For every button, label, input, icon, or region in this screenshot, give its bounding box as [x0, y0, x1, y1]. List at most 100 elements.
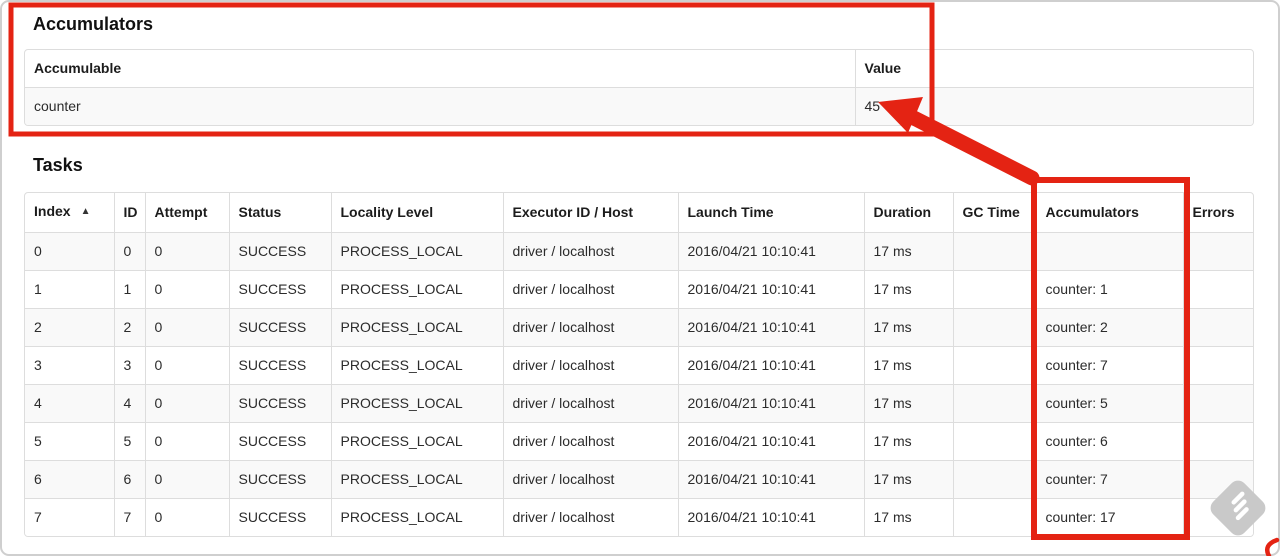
table-cell: 3	[113, 346, 145, 385]
table-cell	[952, 346, 1036, 385]
column-header-launch-time[interactable]: Launch Time	[677, 193, 864, 233]
table-cell: 0	[113, 232, 145, 271]
table-cell: counter: 7	[1035, 346, 1183, 385]
table-cell	[1182, 232, 1253, 271]
table-cell: 17 ms	[863, 308, 953, 347]
column-header-label: Value	[864, 60, 902, 76]
table-cell: 7	[113, 498, 145, 536]
table-cell: 17 ms	[863, 460, 953, 499]
column-header-accumulators[interactable]: Accumulators	[1035, 193, 1183, 233]
annotation-corner-stroke	[1265, 537, 1280, 556]
table-cell	[1182, 308, 1253, 347]
table-row: 4 4 0 SUCCESS PROCESS_LOCAL driver / localhos…	[25, 384, 1253, 423]
table-cell: 2016/04/21 10:10:41	[677, 498, 864, 536]
column-header-locality-level[interactable]: Locality Level	[330, 193, 503, 233]
table-cell: 17 ms	[863, 232, 953, 271]
column-header-label: GC Time	[962, 204, 1020, 220]
tasks-table-body: 0 0 0 SUCCESS PROCESS_LOCAL driver / localhos…	[25, 232, 1253, 536]
table-cell: 2016/04/21 10:10:41	[677, 232, 864, 271]
accumulators-table-wrap: Accumulable Value counter 45	[24, 49, 1254, 126]
column-header-gc-time[interactable]: GC Time	[952, 193, 1036, 233]
table-row: 1 1 0 SUCCESS PROCESS_LOCAL driver / localhos…	[25, 270, 1253, 309]
table-cell: SUCCESS	[228, 308, 331, 347]
table-cell: 0	[144, 232, 229, 271]
table-cell: SUCCESS	[228, 346, 331, 385]
column-header-executor-id-host[interactable]: Executor ID / Host	[502, 193, 678, 233]
table-cell: PROCESS_LOCAL	[330, 308, 503, 347]
column-header-value[interactable]: Value	[854, 50, 1253, 88]
table-cell: PROCESS_LOCAL	[330, 498, 503, 536]
table-cell: driver / localhost	[502, 384, 678, 423]
table-row: counter 45	[25, 87, 1253, 125]
table-row: 7 7 0 SUCCESS PROCESS_LOCAL driver / localhos…	[25, 498, 1253, 536]
table-row: 2 2 0 SUCCESS PROCESS_LOCAL driver / localhos…	[25, 308, 1253, 347]
table-cell: 0	[144, 460, 229, 499]
table-cell: 7	[25, 498, 114, 536]
table-cell: PROCESS_LOCAL	[330, 270, 503, 309]
table-cell	[1182, 384, 1253, 423]
column-header-label: Accumulable	[34, 60, 122, 76]
column-header-errors[interactable]: Errors	[1182, 193, 1253, 233]
table-cell: 2016/04/21 10:10:41	[677, 270, 864, 309]
table-cell: 2016/04/21 10:10:41	[677, 346, 864, 385]
accumulators-table: Accumulable Value counter 45	[25, 50, 1253, 125]
table-cell: driver / localhost	[502, 270, 678, 309]
table-cell: driver / localhost	[502, 498, 678, 536]
column-header-label: Launch Time	[687, 204, 774, 220]
table-cell: 2016/04/21 10:10:41	[677, 308, 864, 347]
table-cell: PROCESS_LOCAL	[330, 460, 503, 499]
table-row: 0 0 0 SUCCESS PROCESS_LOCAL driver / localhos…	[25, 232, 1253, 271]
table-cell: 17 ms	[863, 270, 953, 309]
table-cell: PROCESS_LOCAL	[330, 346, 503, 385]
table-cell: PROCESS_LOCAL	[330, 232, 503, 271]
column-header-status[interactable]: Status	[228, 193, 331, 233]
table-row: 3 3 0 SUCCESS PROCESS_LOCAL driver / localhos…	[25, 346, 1253, 385]
table-cell	[1182, 498, 1253, 536]
table-cell	[952, 232, 1036, 271]
column-header-label: Duration	[873, 204, 932, 220]
table-cell: 17 ms	[863, 498, 953, 536]
table-cell: 4	[25, 384, 114, 423]
accumulators-header-row: Accumulable Value	[25, 50, 1253, 88]
table-cell	[952, 498, 1036, 536]
table-cell	[1182, 270, 1253, 309]
table-cell: counter: 17	[1035, 498, 1183, 536]
table-cell: counter: 7	[1035, 460, 1183, 499]
tasks-table-wrap: Index ▲ ID Attempt Status Locality Level Execu…	[24, 192, 1254, 537]
table-cell: driver / localhost	[502, 422, 678, 461]
table-cell: counter: 2	[1035, 308, 1183, 347]
table-cell: 0	[144, 270, 229, 309]
column-header-attempt[interactable]: Attempt	[144, 193, 229, 233]
column-header-label: Accumulators	[1045, 204, 1139, 220]
column-header-duration[interactable]: Duration	[863, 193, 953, 233]
table-cell: 0	[144, 422, 229, 461]
table-cell: SUCCESS	[228, 498, 331, 536]
table-cell: SUCCESS	[228, 270, 331, 309]
table-cell: 2016/04/21 10:10:41	[677, 422, 864, 461]
table-cell	[1182, 460, 1253, 499]
table-cell: driver / localhost	[502, 460, 678, 499]
table-row: 5 5 0 SUCCESS PROCESS_LOCAL driver / localhos…	[25, 422, 1253, 461]
tasks-table: Index ▲ ID Attempt Status Locality Level Execu…	[25, 193, 1253, 536]
column-header-accumulable[interactable]: Accumulable	[25, 50, 855, 88]
table-cell	[952, 460, 1036, 499]
table-cell: PROCESS_LOCAL	[330, 422, 503, 461]
column-header-label: ID	[123, 204, 138, 220]
table-cell: 0	[144, 308, 229, 347]
page-content: Accumulators Accumulable Value counter 45 …	[0, 0, 1280, 537]
column-header-index[interactable]: Index ▲	[25, 193, 114, 233]
table-cell: 6	[25, 460, 114, 499]
table-cell: 2	[25, 308, 114, 347]
table-cell: 6	[113, 460, 145, 499]
sort-ascending-icon: ▲	[80, 206, 91, 217]
table-cell: 2	[113, 308, 145, 347]
column-header-id[interactable]: ID	[113, 193, 145, 233]
table-cell: counter: 6	[1035, 422, 1183, 461]
table-cell: PROCESS_LOCAL	[330, 384, 503, 423]
table-row: 6 6 0 SUCCESS PROCESS_LOCAL driver / localhos…	[25, 460, 1253, 499]
table-cell: 17 ms	[863, 422, 953, 461]
table-cell: 17 ms	[863, 346, 953, 385]
table-cell: SUCCESS	[228, 232, 331, 271]
accumulators-table-body: counter 45	[25, 87, 1253, 125]
table-cell: driver / localhost	[502, 346, 678, 385]
